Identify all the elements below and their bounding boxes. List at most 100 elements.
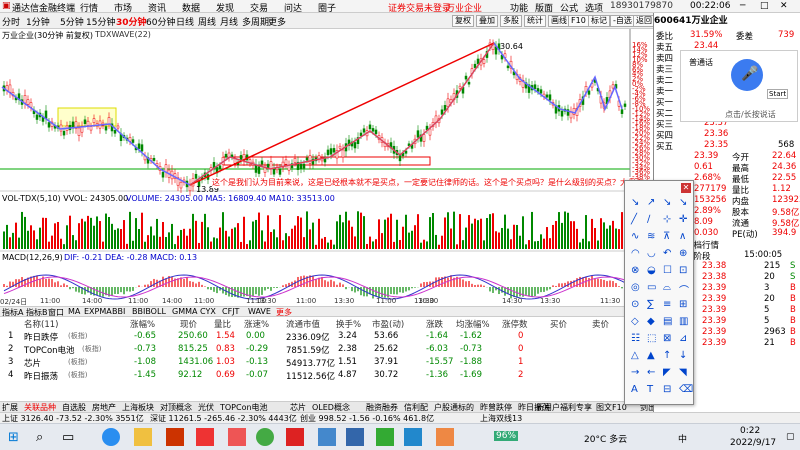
drawing-tool-icon[interactable]: ↘ — [663, 197, 671, 208]
bid-row[interactable]: 买四 23.36 — [654, 129, 800, 141]
taskbar-date[interactable]: 2022/9/17 — [730, 438, 776, 448]
edge-icon[interactable] — [102, 428, 120, 446]
drawing-tool-icon[interactable]: A — [631, 384, 638, 395]
tab-period-30m[interactable]: 30分钟 — [116, 15, 147, 28]
th-chg[interactable]: 涨幅% — [130, 318, 155, 330]
drawing-tool-icon[interactable]: ↘ — [679, 197, 687, 208]
microphone-button[interactable]: 🎤 — [731, 59, 763, 91]
drawing-tool-icon[interactable]: ↶ — [663, 248, 671, 259]
remove-watch-button[interactable]: -自选 — [610, 15, 635, 27]
kline-chart-area[interactable]: 万业企业(30分钟 前复权) TDXWAVE(22) 30.64 13.89 这… — [0, 29, 713, 320]
minimize-icon[interactable]: ─ — [740, 1, 745, 11]
drawing-tool-icon[interactable]: ⊡ — [679, 265, 687, 276]
drawing-tool-icon[interactable]: ⊠ — [663, 333, 671, 344]
start-button[interactable]: Start — [767, 89, 789, 99]
th-price[interactable]: 现价 — [180, 318, 197, 330]
drawing-tool-icon[interactable]: ╱ — [631, 214, 637, 225]
tab-bbiboll[interactable]: BBIBOLL — [132, 307, 166, 316]
th-avg[interactable]: 均涨幅% — [456, 318, 490, 330]
back-button[interactable]: 返回 — [633, 15, 655, 27]
drawing-tool-icon[interactable]: ⌫ — [679, 384, 693, 395]
table-row[interactable]: 2 TOPCon电池 (板指) -0.73 815.25 0.83 -0.29 7851.59… — [0, 343, 653, 356]
drawing-tool-icon[interactable]: ← — [647, 367, 655, 378]
th-pe[interactable]: 市盈(动) — [372, 318, 404, 330]
drawing-tool-icon[interactable]: ◒ — [647, 265, 656, 276]
maximize-icon[interactable]: □ — [760, 1, 769, 11]
lang-indicator[interactable]: 中 — [678, 432, 687, 445]
tab-period-day[interactable]: 日线 — [176, 15, 194, 28]
drawing-tool-icon[interactable]: ⊗ — [631, 265, 639, 276]
th-cap[interactable]: 流通市值 — [286, 318, 320, 330]
stats-button[interactable]: 统计 — [524, 15, 546, 27]
drawing-tool-icon[interactable]: ✛ — [679, 214, 687, 225]
drawing-tool-icon[interactable]: ▤ — [663, 316, 672, 327]
restore-button[interactable]: 复权 — [452, 15, 474, 27]
drawing-tool-icon[interactable]: ↗ — [647, 197, 655, 208]
tdx-icon[interactable] — [286, 428, 304, 446]
app-icon[interactable] — [228, 428, 246, 446]
tab-bbi[interactable]: BBI — [112, 307, 125, 316]
th-turn[interactable]: 换手% — [336, 318, 361, 330]
drawing-tool-icon[interactable]: ⊙ — [631, 299, 639, 310]
drawing-tool-icon[interactable]: ◥ — [679, 367, 687, 378]
th-diff[interactable]: 涨跌 — [426, 318, 443, 330]
drawing-tool-icon[interactable]: ▲ — [647, 350, 655, 361]
overlay-button[interactable]: 叠加 — [476, 15, 498, 27]
tab-expma[interactable]: EXPMA — [84, 307, 112, 316]
f10-button[interactable]: F10 — [568, 15, 589, 27]
drawing-tool-icon[interactable]: ∕ — [647, 214, 650, 225]
chrome-icon[interactable] — [256, 428, 274, 446]
drawing-tool-icon[interactable]: ◆ — [647, 316, 655, 327]
drawing-tool-icon[interactable]: ↘ — [631, 197, 639, 208]
drawing-tool-icon[interactable]: ◤ — [663, 367, 671, 378]
th-bid[interactable]: 买价 — [550, 318, 567, 330]
table-row[interactable]: 4 昨日振荡 (板指) -1.45 92.12 0.69 -0.07 11512.56亿 4.8… — [0, 369, 653, 382]
tab-period-multi[interactable]: 多周期 — [242, 15, 269, 28]
notification-icon[interactable]: ▢ — [786, 432, 795, 442]
qq-icon[interactable] — [404, 428, 422, 446]
wechat-icon[interactable] — [376, 428, 394, 446]
drawing-tool-icon[interactable]: ⊹ — [663, 214, 671, 225]
tab-cyx[interactable]: CYX — [200, 307, 216, 316]
app-blue2-icon[interactable] — [346, 428, 364, 446]
th-vr[interactable]: 量比 — [214, 318, 231, 330]
tab-wave[interactable]: WAVE — [248, 307, 271, 316]
tab-ma[interactable]: MA — [68, 307, 80, 316]
tab-period-60m[interactable]: 60分钟 — [146, 15, 175, 28]
th-speed[interactable]: 涨速% — [244, 318, 269, 330]
tab-cfjt[interactable]: CFJT — [222, 307, 239, 316]
drawing-tool-icon[interactable]: ⬚ — [647, 333, 656, 344]
tab-period-15m[interactable]: 15分钟 — [86, 15, 115, 28]
drawing-tool-icon[interactable]: ⊕ — [679, 248, 687, 259]
drawing-tool-icon[interactable]: ◇ — [631, 316, 639, 327]
drawing-tool-icon[interactable]: △ — [631, 350, 639, 361]
drawing-tool-icon[interactable]: ◡ — [647, 248, 656, 259]
search-icon[interactable]: ⌕ — [36, 430, 43, 445]
drawing-tool-icon[interactable]: ↓ — [679, 350, 687, 361]
table-row[interactable]: 1 昨日跌停 (板指) -0.65 250.60 1.54 0.00 2336.09亿 3.24… — [0, 330, 653, 343]
th-name[interactable]: 名称(11) — [24, 318, 58, 330]
drawing-tool-icon[interactable]: ⌓ — [663, 282, 671, 293]
weather[interactable]: 20°C 多云 — [584, 432, 627, 445]
drawing-tool-icon[interactable]: ∑ — [647, 299, 654, 310]
drawing-tool-icon[interactable]: ◎ — [631, 282, 640, 293]
th-ask[interactable]: 卖价 — [592, 318, 609, 330]
drawing-tool-icon[interactable]: ∧ — [679, 231, 686, 242]
drawing-tool-icon[interactable]: ⊟ — [663, 384, 671, 395]
tab-period-more[interactable]: 更多 — [268, 15, 286, 28]
drawing-tool-icon[interactable]: ☷ — [631, 333, 640, 344]
drawing-tool-icon[interactable]: ∿ — [631, 231, 639, 242]
windows-start-icon[interactable]: ⊞ — [8, 430, 19, 445]
drawing-tool-icon[interactable]: ▭ — [647, 282, 656, 293]
drawing-tool-icon[interactable]: ≋ — [647, 231, 655, 242]
taskbar-time[interactable]: 0:22 — [740, 426, 760, 436]
tab-period-week[interactable]: 周线 — [198, 15, 216, 28]
tab-period-1m[interactable]: 1分钟 — [26, 15, 50, 28]
drawing-tool-icon[interactable]: ↑ — [663, 350, 671, 361]
multi-stock-button[interactable]: 多股 — [500, 15, 522, 27]
close-icon[interactable]: ✕ — [780, 1, 788, 11]
drawing-tool-icon[interactable]: ⊿ — [679, 333, 687, 344]
app-red-icon[interactable] — [166, 428, 184, 446]
drawing-tool-icon[interactable]: ◠ — [631, 248, 640, 259]
tab-period-5m[interactable]: 5分钟 — [60, 15, 84, 28]
